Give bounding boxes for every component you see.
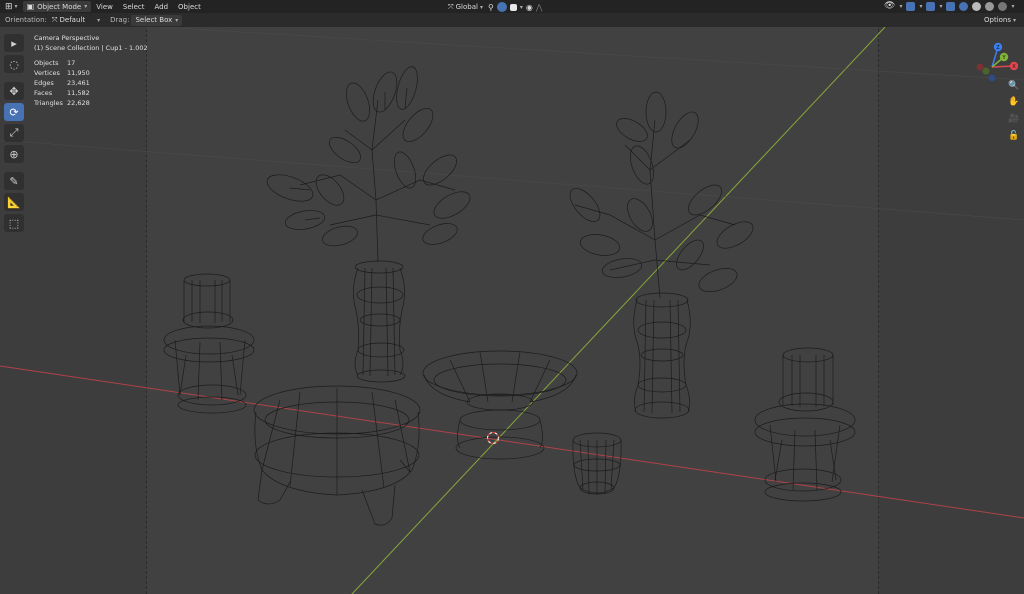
orientation-setting[interactable]: Orientation: ⤧ Default ▾ <box>0 14 105 26</box>
orientation-icon: ⤧ <box>51 15 58 24</box>
mode-select[interactable]: ▣ Object Mode ▾ <box>22 1 92 12</box>
gizmo-z-label: Z <box>996 45 1000 51</box>
cup <box>572 432 622 495</box>
overlay-toggle-icon[interactable] <box>926 1 936 11</box>
hand-icon: ✋ <box>1008 97 1020 107</box>
chevron-down-icon: ▾ <box>175 16 179 24</box>
stat-row: Triangles 22,628 <box>34 99 90 107</box>
viewport-header: ⊞ ▾ ▣ Object Mode ▾ View Select Add Objec… <box>0 0 1024 13</box>
candle-holder-right <box>754 347 856 502</box>
menu-select[interactable]: Select <box>118 1 150 13</box>
lock-camera-button[interactable]: 🔓 <box>1006 129 1022 143</box>
options-menu[interactable]: Options ▾ <box>984 14 1016 26</box>
object-mode-icon: ▣ <box>26 2 35 11</box>
orientation-icon: ⤧ <box>448 2 454 11</box>
zoom-icon: 🔍 <box>1008 81 1020 91</box>
drag-value: Select Box <box>135 16 173 24</box>
select-tool-button[interactable]: ▸ <box>4 34 24 52</box>
vase-right <box>633 292 691 419</box>
pivot-icon[interactable]: ⚲ <box>488 3 494 12</box>
grid-line <box>159 27 1024 81</box>
drag-select[interactable]: Select Box ▾ <box>131 14 183 26</box>
chevron-down-icon: ▾ <box>14 3 18 10</box>
grid-line <box>0 139 1024 221</box>
pan-button[interactable]: ✋ <box>1006 95 1022 109</box>
chevron-down-icon: ▾ <box>97 16 101 24</box>
gizmo-neg-y <box>982 67 990 75</box>
navigation-gizmo[interactable]: X Z Y <box>974 35 1024 85</box>
stat-row: Objects 17 <box>34 59 76 67</box>
tool-shelf: ▸ ◌ ✥ ⟳ ⤢ ⊕ ✎ 📐 ⬚ <box>4 34 24 232</box>
shading-wireframe-icon[interactable] <box>959 1 969 11</box>
shading-solid-icon[interactable] <box>972 1 982 11</box>
move-tool-button[interactable]: ✥ <box>4 82 24 100</box>
cursor-tool-button[interactable]: ◌ <box>4 55 24 73</box>
orientation-label: Orientation: <box>5 16 47 24</box>
x-axis-line <box>0 365 1024 519</box>
snap-target-icon[interactable] <box>509 3 517 11</box>
shading-material-icon[interactable] <box>985 1 995 11</box>
view-name: Camera Perspective <box>34 34 100 42</box>
menu-view[interactable]: View <box>91 1 118 13</box>
viewport-stats: Camera Perspective (1) Scene Collection … <box>34 33 148 108</box>
editor-type-button[interactable]: ⊞ ▾ <box>0 1 23 13</box>
menu-add[interactable]: Add <box>149 1 173 13</box>
scene-wireframe <box>0 27 1024 594</box>
snap-icon[interactable] <box>496 2 507 12</box>
lock-icon: 🔓 <box>1008 131 1020 141</box>
transform-orientation-label: Global <box>455 3 478 11</box>
compote-dish <box>422 350 578 460</box>
gizmo-toggle-icon[interactable] <box>906 1 916 11</box>
shading-rendered-icon[interactable] <box>998 1 1008 11</box>
mode-label: Object Mode <box>37 2 82 11</box>
scale-tool-button[interactable]: ⤢ <box>4 124 24 142</box>
drag-setting[interactable]: Drag: Select Box ▾ <box>105 14 187 26</box>
gizmo-x-label: X <box>1012 64 1016 70</box>
measure-tool-button[interactable]: 📐 <box>4 193 24 211</box>
gizmo-neg-z <box>988 74 996 82</box>
drag-label: Drag: <box>110 16 130 24</box>
visibility-icon[interactable]: 👁 <box>884 1 895 11</box>
stat-row: Edges 23,461 <box>34 79 90 87</box>
transform-orientation-select[interactable]: ⤧ Global ▾ <box>446 1 485 13</box>
camera-icon: 🎥 <box>1008 114 1020 124</box>
orientation-value: Default <box>59 16 86 24</box>
chevron-down-icon[interactable]: ▾ <box>939 3 942 10</box>
options-label: Options <box>984 16 1012 24</box>
chevron-down-icon[interactable]: ▾ <box>1011 3 1014 10</box>
editor-type-icon: ⊞ <box>5 1 13 12</box>
tool-settings-bar: Orientation: ⤧ Default ▾ Drag: Select Bo… <box>0 13 1024 27</box>
stat-row: Faces 11,582 <box>34 89 90 97</box>
add-cube-tool-button[interactable]: ⬚ <box>4 214 24 232</box>
collection-info: (1) Scene Collection | Cup1 - 1.002 <box>34 44 148 52</box>
xray-icon[interactable] <box>946 1 956 11</box>
chevron-down-icon: ▾ <box>84 3 88 10</box>
plant-right <box>569 91 754 299</box>
chevron-down-icon: ▾ <box>479 3 483 11</box>
chevron-down-icon[interactable]: ▾ <box>919 3 922 10</box>
menu-object[interactable]: Object <box>173 1 206 13</box>
3d-viewport[interactable]: ▸ ◌ ✥ ⟳ ⤢ ⊕ ✎ 📐 ⬚ Camera Perspective (1)… <box>0 27 1024 594</box>
proportional-edit-icon[interactable]: ◉ <box>526 3 533 12</box>
bowl-with-legs <box>253 385 421 526</box>
chevron-down-icon: ▾ <box>1013 16 1017 24</box>
camera-view-button[interactable]: 🎥 <box>1006 112 1022 126</box>
stat-row: Vertices 11,950 <box>34 69 90 77</box>
transform-tool-button[interactable]: ⊕ <box>4 145 24 163</box>
y-axis-line <box>351 27 886 594</box>
3d-cursor <box>486 431 500 445</box>
chevron-down-icon[interactable]: ▾ <box>899 3 902 10</box>
vase-left <box>353 260 406 383</box>
annotate-tool-button[interactable]: ✎ <box>4 172 24 190</box>
zoom-button[interactable]: 🔍 <box>1006 79 1022 93</box>
rotate-tool-button[interactable]: ⟳ <box>4 103 24 121</box>
falloff-icon[interactable]: ⋀ <box>536 3 543 12</box>
chevron-down-icon[interactable]: ▾ <box>520 4 523 11</box>
gizmo-neg-x <box>976 63 984 71</box>
